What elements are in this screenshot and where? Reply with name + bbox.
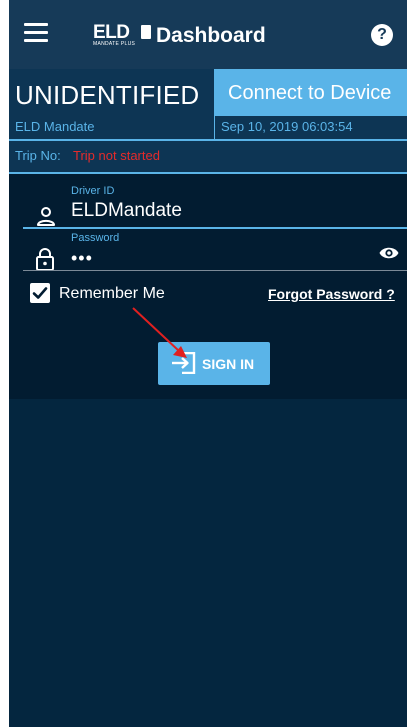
remember-me-label[interactable]: Remember Me: [59, 285, 165, 303]
driver-id-field[interactable]: ELDMandate: [71, 200, 182, 222]
divider: [214, 116, 215, 139]
remember-me-checkbox[interactable]: [30, 283, 50, 303]
lock-icon: [36, 248, 54, 271]
user-icon: [37, 207, 55, 226]
password-field[interactable]: •••: [71, 248, 93, 268]
page-title: Dashboard: [156, 24, 266, 47]
logo-mark: [141, 25, 151, 39]
trip-label: Trip No:: [15, 148, 61, 163]
connect-device-label: Connect to Device: [228, 82, 392, 104]
eye-icon[interactable]: [379, 246, 399, 260]
app-bar: ELD MANDATE PLUS Dashboard ?: [9, 0, 407, 69]
logo-text: ELD: [93, 22, 130, 43]
driver-status: UNIDENTIFIED: [15, 80, 200, 110]
logo-subtext: MANDATE PLUS: [93, 41, 136, 47]
driver-id-label: Driver ID: [71, 185, 115, 197]
trip-value: Trip not started: [73, 148, 160, 163]
driver-id-underline: [23, 227, 407, 229]
connect-device-button[interactable]: Connect to Device: [214, 69, 407, 116]
menu-icon[interactable]: [24, 23, 48, 45]
eld-logo: ELD MANDATE PLUS: [93, 23, 151, 51]
sign-in-button[interactable]: SIGN IN: [158, 342, 270, 385]
eld-name: ELD Mandate: [15, 119, 95, 134]
login-arrow-icon: [172, 352, 196, 374]
password-label: Password: [71, 232, 120, 244]
divider: [9, 139, 407, 141]
help-icon[interactable]: ?: [371, 24, 393, 46]
app-screen: ELD MANDATE PLUS Dashboard ? UNIDENTIFIE…: [9, 0, 407, 727]
password-underline: [23, 270, 407, 271]
forgot-password-link[interactable]: Forgot Password ?: [268, 286, 395, 302]
sign-in-label: SIGN IN: [202, 356, 255, 372]
status-datetime: Sep 10, 2019 06:03:54: [221, 119, 353, 134]
